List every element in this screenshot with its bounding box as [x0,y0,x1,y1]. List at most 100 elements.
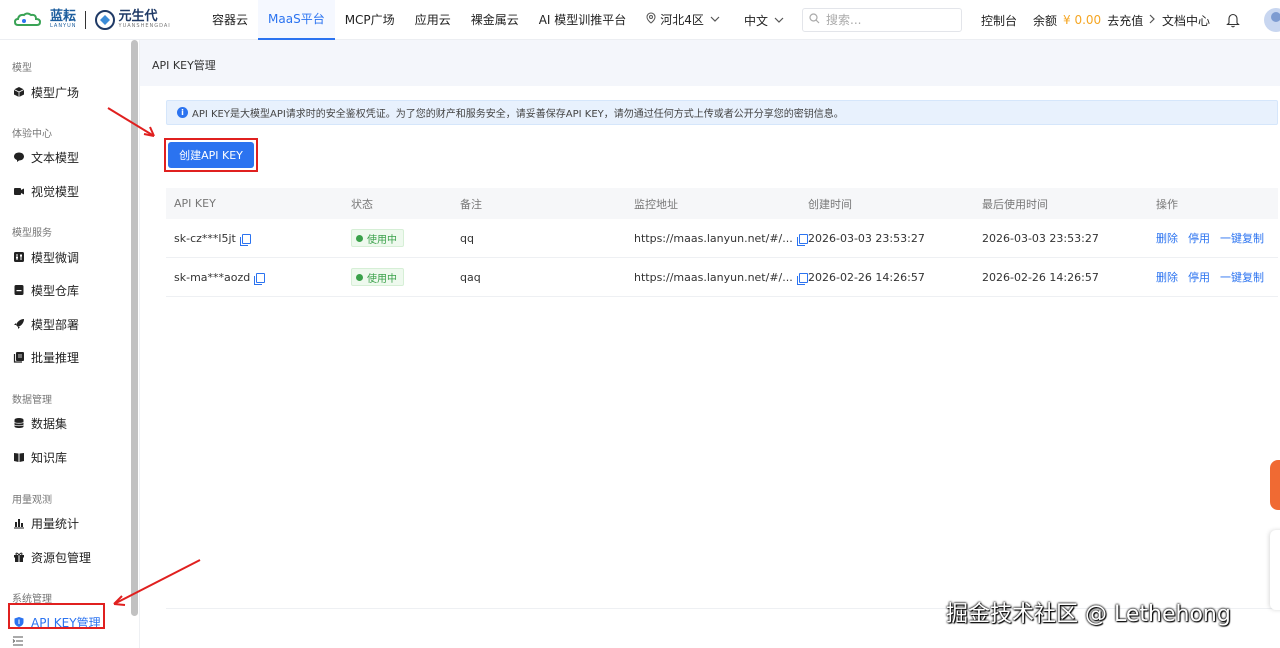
sidebar-item-label: 批量推理 [31,350,80,365]
sidebar-item-label: 用量统计 [31,516,80,531]
nav-app-cloud[interactable]: 应用云 [405,0,461,40]
sidebar-item-label: 视觉模型 [31,184,80,199]
gift-icon [12,551,25,564]
floating-service-tab[interactable] [1270,460,1280,510]
console-link[interactable]: 控制台 [981,0,1017,40]
sidebar-item-usage-stats[interactable]: 用量统计 [12,513,79,533]
annotation-arrow-create [107,107,155,137]
region-label: 河北4区 [660,13,704,27]
cube-icon [12,86,25,99]
search-box[interactable] [802,8,962,32]
table-header: API KEY 状态 备注 监控地址 创建时间 最后使用时间 操作 [166,188,1278,219]
page-header: API KEY管理 [140,40,1280,86]
col-api-key: API KEY [174,197,216,210]
copy-icon[interactable] [796,233,808,246]
copy-icon[interactable] [254,272,266,285]
sidebar-group-data: 数据管理 [12,395,52,406]
language-label: 中文 [744,13,769,28]
sidebar-group-model-service: 模型服务 [12,228,52,239]
bell-icon[interactable] [1226,12,1240,28]
copy-key-button[interactable]: 一键复制 [1220,271,1264,284]
lanyun-cloud-icon [14,11,48,29]
balance-area[interactable]: 余额 ¥ 0.00 去充值 [1033,0,1156,40]
last-used-time: 2026-03-03 23:53:27 [982,231,1099,245]
info-icon: i [177,107,188,118]
security-notice: i API KEY是大模型API请求时的安全鉴权凭证。为了您的财产和服务安全，请… [166,100,1278,125]
rocket-icon [12,318,25,331]
stacked-docs-icon [12,351,25,364]
sidebar-item-knowledge-base[interactable]: 知识库 [12,447,67,467]
docs-center-link[interactable]: 文档中心 [1162,0,1210,40]
sidebar-item-label: 资源包管理 [31,550,92,565]
sidebar-item-model-deploy[interactable]: 模型部署 [12,314,79,334]
sidebar-item-label: 知识库 [31,450,68,465]
created-time: 2026-02-26 14:26:57 [808,270,925,284]
brand2-name: 元生代 [118,8,158,24]
camera-icon [12,185,25,198]
sidebar-item-dataset[interactable]: 数据集 [12,413,67,433]
last-used-time: 2026-02-26 14:26:57 [982,270,1099,284]
disable-button[interactable]: 停用 [1188,271,1210,284]
delete-button[interactable]: 删除 [1156,232,1178,245]
location-pin-icon [646,12,656,27]
sidebar-group-usage: 用量观测 [12,495,52,506]
col-actions: 操作 [1156,197,1178,211]
brand-sub: LANYUN [50,22,77,29]
balance-amount: ¥ 0.00 [1063,13,1102,27]
nav-container-cloud[interactable]: 容器云 [202,0,258,40]
user-avatar[interactable] [1264,8,1280,32]
highlight-box-sidebar [8,603,105,629]
database-icon [12,417,25,430]
top-nav-bar: 蓝耘 LANYUN 元生代 YUANSHENGDAI 容器云 MaaS平台 MC… [0,0,1280,40]
status-badge: 使用中 [351,268,404,286]
remark-value: qq [460,231,474,245]
language-selector[interactable]: 中文 [744,0,784,40]
floating-side-panel[interactable] [1270,530,1280,610]
monitor-url: https://maas.lanyun.net/#/... [634,231,793,245]
copy-icon[interactable] [239,233,251,246]
annotation-arrow-sidebar [113,559,201,606]
col-status: 状态 [351,197,373,211]
table-row: sk-cz***l5jt 使用中 qq https://maas.lanyun.… [166,219,1278,258]
brand-logo[interactable]: 蓝耘 LANYUN 元生代 YUANSHENGDAI [14,9,184,31]
search-input[interactable] [826,13,946,27]
sidebar-item-label: 文本模型 [31,150,80,165]
delete-button[interactable]: 删除 [1156,271,1178,284]
nav-bare-metal-cloud[interactable]: 裸金属云 [461,0,529,40]
sidebar-item-vision-model[interactable]: 视觉模型 [12,181,79,201]
sidebar-item-label: 模型仓库 [31,283,80,298]
sidebar-item-resource-packs[interactable]: 资源包管理 [12,547,91,567]
col-created: 创建时间 [808,197,852,211]
nav-ai-training-platform[interactable]: AI 模型训推平台 [529,0,637,40]
sidebar-group-experience: 体验中心 [12,129,52,140]
main-content: API KEY管理 i API KEY是大模型API请求时的安全鉴权凭证。为了您… [140,40,1280,648]
balance-label: 余额 [1033,13,1058,28]
sidebar-item-batch-inference[interactable]: 批量推理 [12,347,79,367]
sidebar-item-fine-tune[interactable]: 模型微调 [12,247,79,267]
copy-key-button[interactable]: 一键复制 [1220,232,1264,245]
recharge-link[interactable]: 去充值 [1107,12,1143,29]
search-icon [809,13,820,27]
logo-divider [84,10,86,29]
region-selector[interactable]: 河北4区 [640,0,726,40]
nav-mcp-square[interactable]: MCP广场 [335,0,405,40]
created-time: 2026-03-03 23:53:27 [808,231,925,245]
copy-icon[interactable] [796,272,808,285]
nav-maas-platform[interactable]: MaaS平台 [258,0,335,40]
highlight-box-create [164,138,258,172]
api-key-value: sk-cz***l5jt [174,231,236,245]
sidebar-item-model-repo[interactable]: 模型仓库 [12,280,79,300]
disable-button[interactable]: 停用 [1188,232,1210,245]
watermark: 掘金技术社区 @ Lethehong [946,602,1231,627]
sidebar-item-label: 数据集 [31,416,68,431]
sidebar-item-label: 模型部署 [31,317,80,332]
chevron-down-icon [774,15,784,26]
sidebar-item-text-model[interactable]: 文本模型 [12,147,79,167]
monitor-url: https://maas.lanyun.net/#/... [634,270,793,284]
sidebar-item-model-square[interactable]: 模型广场 [12,82,79,102]
main-nav: 容器云 MaaS平台 MCP广场 应用云 裸金属云 AI 模型训推平台 河北4区 [202,0,726,40]
chevron-down-icon [710,14,720,25]
brand2-sub: YUANSHENGDAI [118,22,171,29]
page-title: API KEY管理 [152,59,216,72]
collapse-menu-icon[interactable] [12,636,24,648]
